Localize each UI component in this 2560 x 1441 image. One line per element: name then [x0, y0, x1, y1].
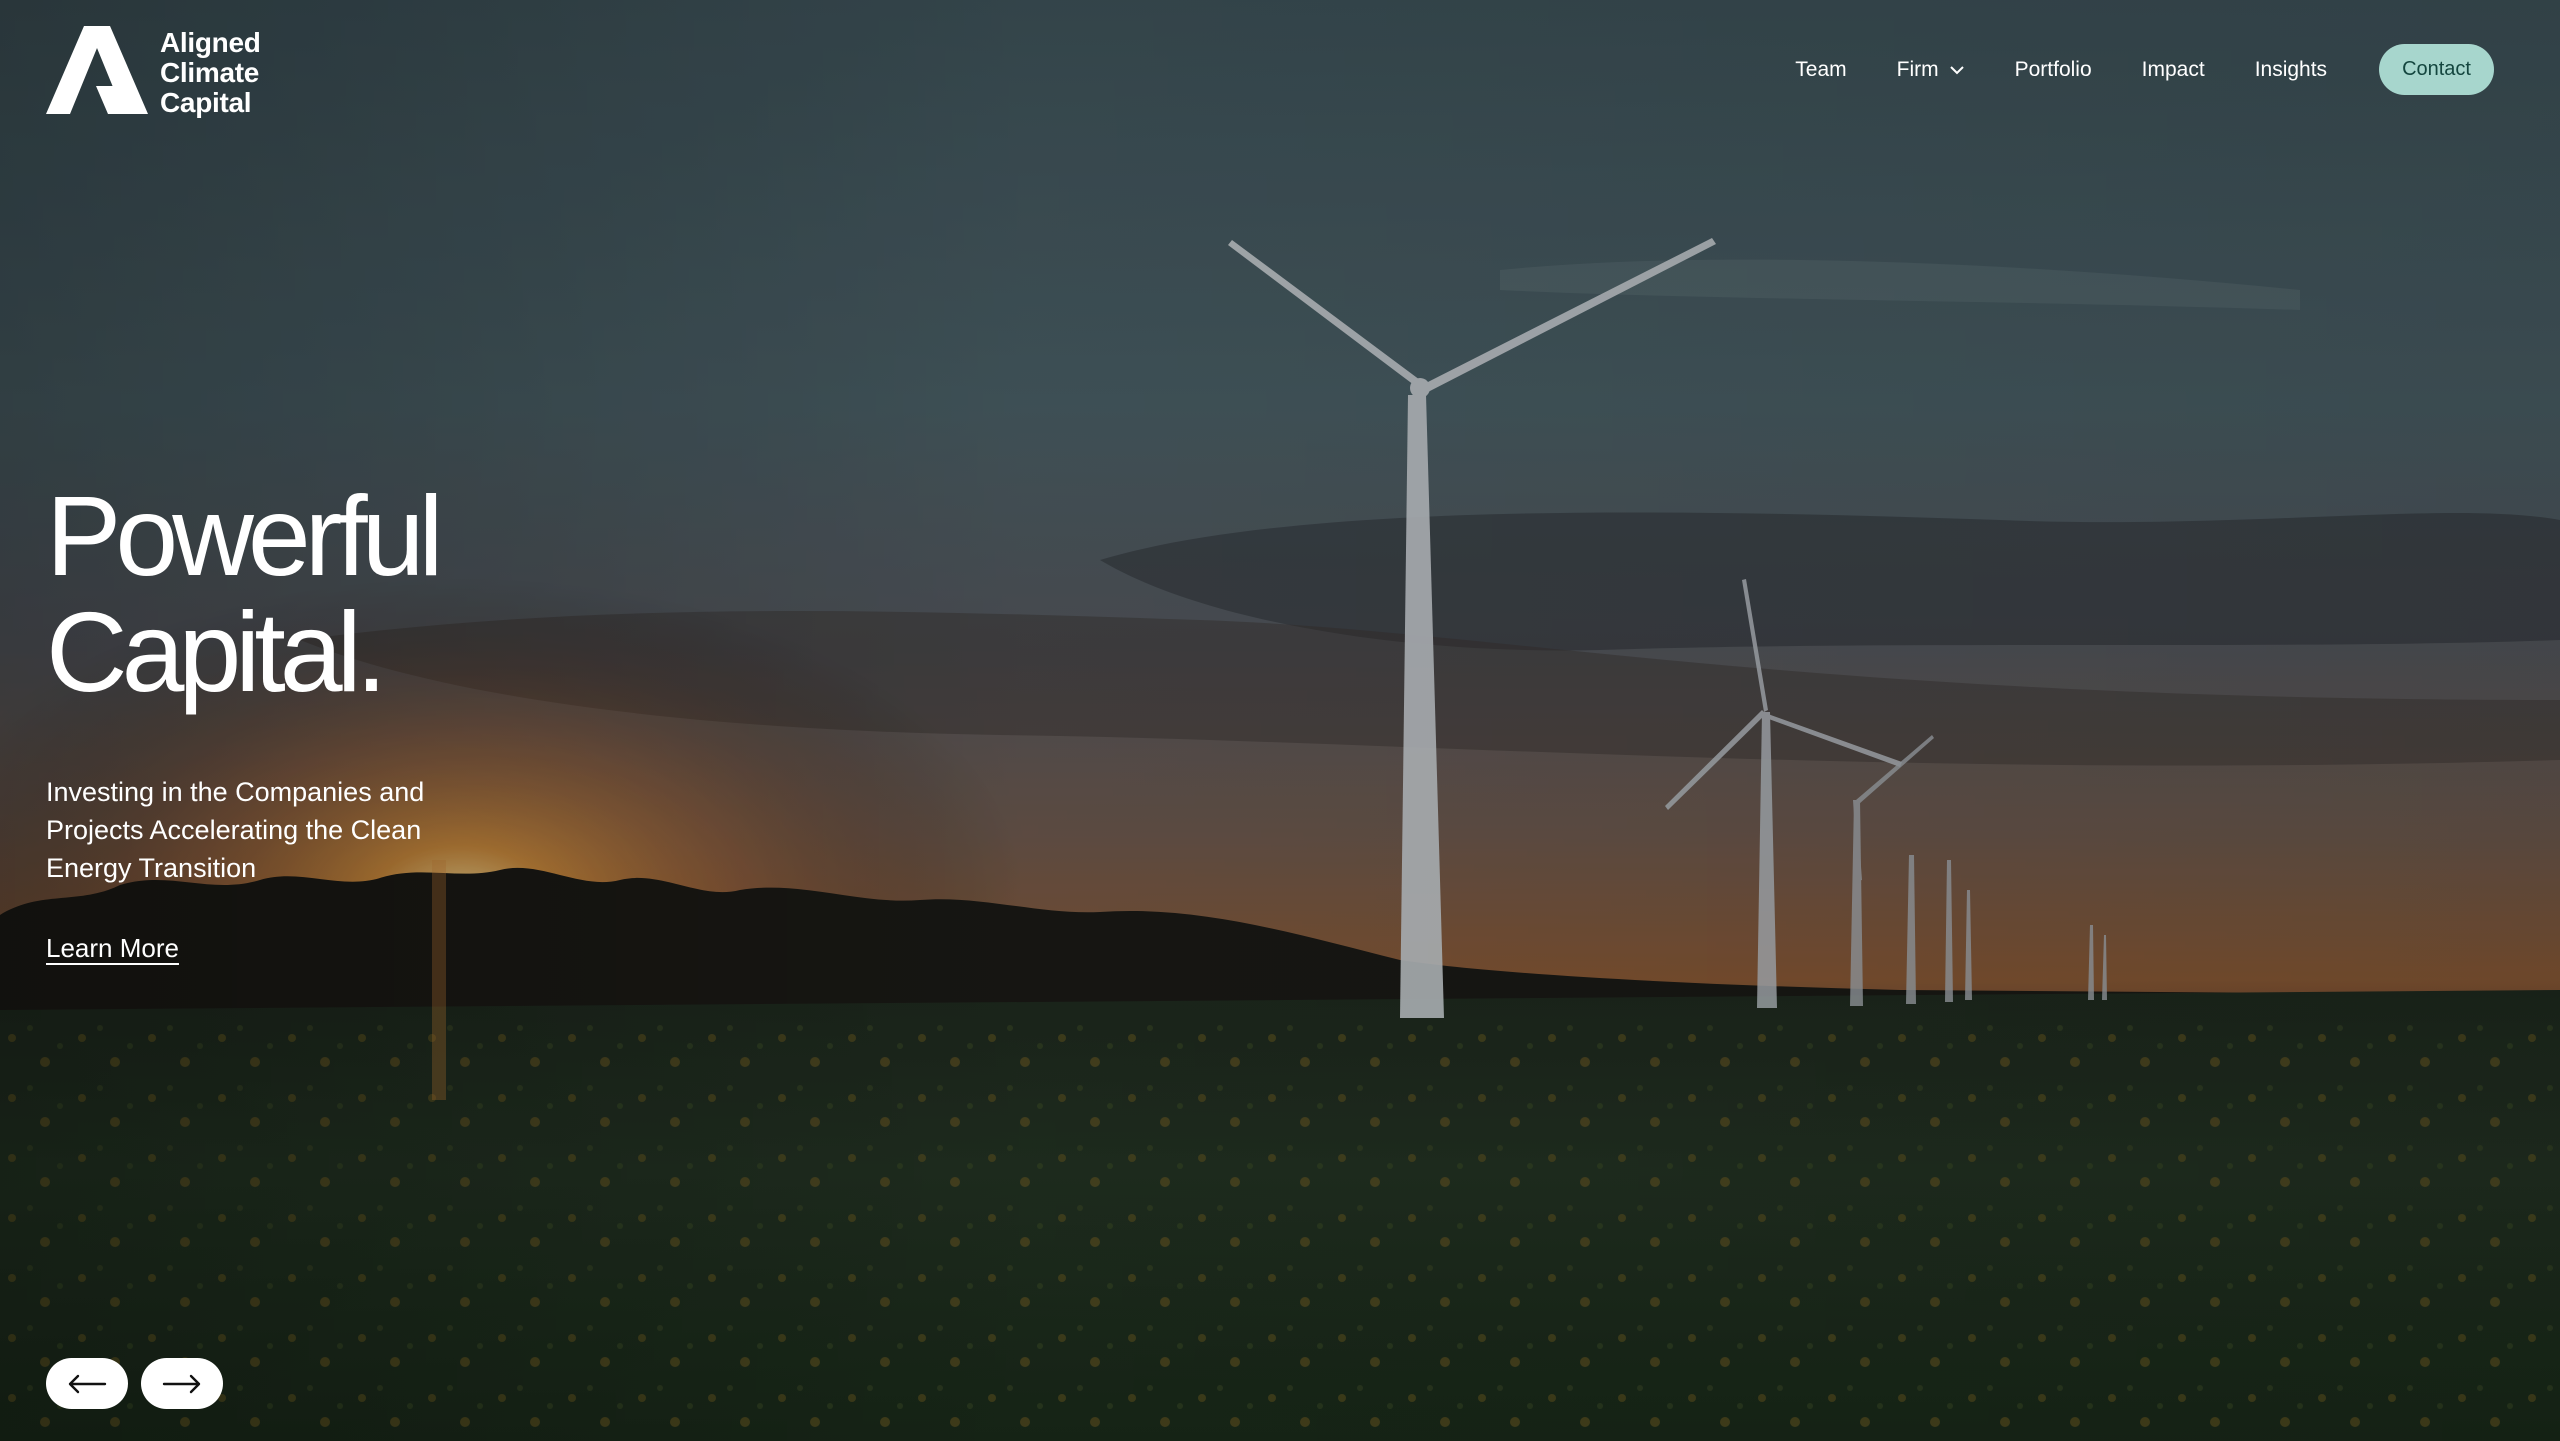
hero-headline-line-1: Powerful — [46, 473, 444, 599]
nav-item-label: Insights — [2254, 57, 2328, 81]
main-nav: Team Firm Portfolio Impact Insights Cont… — [1795, 44, 2494, 95]
nav-item-insights[interactable]: Insights — [2255, 58, 2327, 82]
nav-item-label: Firm — [1896, 57, 1939, 81]
aligned-climate-logo-icon — [46, 26, 148, 114]
slider-prev-button[interactable] — [46, 1358, 128, 1409]
arrow-left-icon — [68, 1374, 107, 1393]
slider-next-button[interactable] — [141, 1358, 223, 1409]
hero-background-image — [0, 0, 2560, 1441]
chevron-down-icon — [1949, 65, 1964, 74]
nav-item-label: Team — [1795, 57, 1847, 81]
hero-headline-line-2: Capital. — [46, 589, 387, 715]
logo-line-1: Aligned — [160, 27, 261, 58]
hero-subheadline: Investing in the Companies and Projects … — [46, 777, 425, 883]
nav-item-firm[interactable]: Firm — [1897, 58, 1965, 82]
nav-item-team[interactable]: Team — [1795, 58, 1846, 82]
logo-line-3: Capital — [160, 87, 252, 118]
nav-item-portfolio[interactable]: Portfolio — [2015, 58, 2092, 82]
learn-more-link[interactable]: Learn More — [46, 933, 179, 964]
contact-button[interactable]: Contact — [2379, 44, 2494, 95]
logo-link[interactable]: Aligned Climate Capital — [46, 26, 261, 118]
nav-item-impact[interactable]: Impact — [2142, 58, 2205, 82]
arrow-right-icon — [162, 1374, 201, 1393]
nav-item-label: Portfolio — [2014, 57, 2092, 81]
logo-wordmark: Aligned Climate Capital — [160, 28, 261, 118]
logo-line-2: Climate — [160, 57, 260, 88]
hero-section: Aligned Climate Capital Team Firm Portfo… — [0, 0, 2560, 1441]
hero-headline: Powerful Capital. — [46, 473, 444, 715]
nav-item-label: Impact — [2141, 57, 2205, 81]
